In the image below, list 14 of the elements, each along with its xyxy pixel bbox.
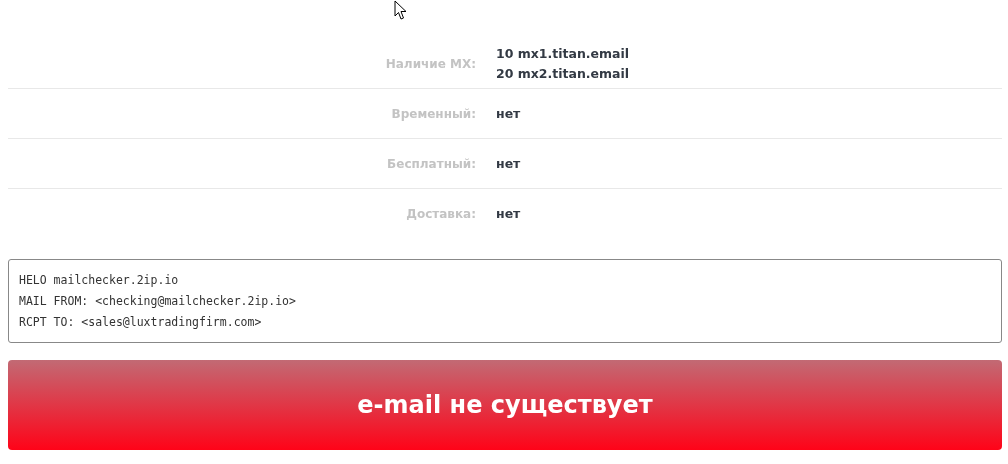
field-label: Временный: — [390, 106, 477, 121]
field-value: 20 mx2.titan.email — [496, 65, 630, 83]
field-value: нет — [496, 104, 521, 123]
field-label: Бесплатный: — [386, 156, 477, 171]
log-line: RCPT TO: <sales@luxtradingfirm.com> — [19, 314, 263, 331]
field-label: Наличие MX: — [384, 57, 477, 71]
field-label: Доставка: — [405, 207, 477, 221]
log-line: MAIL FROM: <checking@mailchecker.2ip.io> — [19, 293, 297, 310]
field-value: нет — [496, 154, 521, 173]
result-banner: e-mail не существует — [8, 360, 1002, 450]
mouse-cursor-icon — [394, 0, 408, 21]
field-value: 10 mx1.titan.email — [496, 45, 630, 63]
log-line: HELO mailchecker.2ip.io — [19, 272, 180, 289]
field-value: нет — [496, 205, 521, 223]
